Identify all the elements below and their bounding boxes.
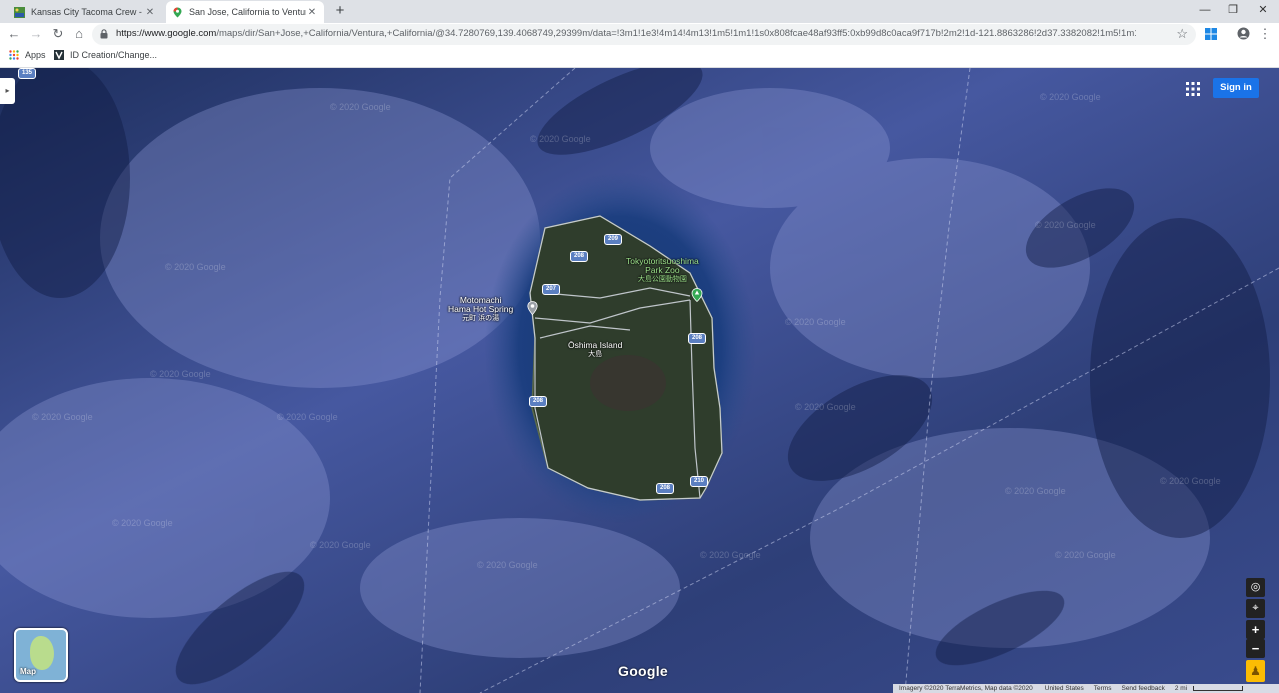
map-watermark: © 2020 Google bbox=[477, 560, 538, 570]
image-icon bbox=[14, 6, 25, 18]
bookmark-label: ID Creation/Change... bbox=[70, 50, 158, 60]
map-watermark: © 2020 Google bbox=[700, 550, 761, 560]
map-footer: Imagery ©2020 TerraMetrics, Map data ©20… bbox=[893, 684, 1279, 693]
close-icon[interactable]: ✕ bbox=[306, 7, 318, 18]
route-shield: 210 bbox=[690, 476, 709, 487]
terms-link[interactable]: Terms bbox=[1094, 685, 1112, 692]
bookmark-apps[interactable]: Apps bbox=[9, 50, 46, 60]
route-shield: 209 bbox=[604, 234, 623, 245]
close-window-icon[interactable]: ✕ bbox=[1249, 0, 1277, 22]
map-watermark: © 2020 Google bbox=[330, 102, 391, 112]
bookmarks-bar: Apps ID Creation/Change... bbox=[0, 46, 1279, 68]
route-shield: 208 bbox=[688, 333, 707, 344]
route-shield: 208 bbox=[529, 396, 548, 407]
map-layer-toggle[interactable]: Map bbox=[14, 628, 68, 682]
restore-icon[interactable]: ❐ bbox=[1219, 0, 1247, 22]
map-watermark: © 2020 Google bbox=[795, 402, 856, 412]
bookmark-label: Apps bbox=[25, 50, 46, 60]
map-thumbnail-land bbox=[30, 636, 54, 670]
map-watermark: © 2020 Google bbox=[310, 540, 371, 550]
browser-toolbar: ← → ↻ ⌂ https://www.google.com/maps/dir/… bbox=[0, 23, 1279, 46]
bookmark-id-creation[interactable]: ID Creation/Change... bbox=[54, 50, 157, 60]
zoom-in-button[interactable]: + bbox=[1246, 620, 1265, 639]
map-watermark: © 2020 Google bbox=[150, 369, 211, 379]
close-icon[interactable]: ✕ bbox=[144, 7, 156, 18]
place-label-motomachi[interactable]: Motomachi Hama Hot Spring 元町 浜の湯 bbox=[448, 296, 513, 323]
lock-icon bbox=[100, 29, 108, 39]
map-watermark: © 2020 Google bbox=[1035, 220, 1096, 230]
back-icon[interactable]: ← bbox=[6, 26, 22, 42]
map-watermark: © 2020 Google bbox=[1040, 92, 1101, 102]
forward-icon[interactable]: → bbox=[28, 26, 44, 42]
scale-label[interactable]: 2 mi bbox=[1175, 685, 1187, 692]
expand-side-panel-button[interactable]: ▸ bbox=[0, 78, 15, 104]
map-watermark: © 2020 Google bbox=[530, 134, 591, 144]
place-label-oshima[interactable]: Ōshima Island 大島 bbox=[568, 341, 622, 359]
place-label-zoo[interactable]: Tokyotoritsuoshima Park Zoo 大島公園動物園 bbox=[626, 257, 699, 284]
tab-title: Kansas City Tacoma Crew - 816/9 bbox=[31, 7, 144, 17]
tab-kansas-city[interactable]: Kansas City Tacoma Crew - 816/9 ✕ bbox=[8, 1, 162, 23]
map-watermark: © 2020 Google bbox=[1005, 486, 1066, 496]
bookmark-star-icon[interactable]: ☆ bbox=[1176, 26, 1188, 42]
google-logo: Google bbox=[618, 663, 669, 679]
send-feedback-link[interactable]: Send feedback bbox=[1121, 685, 1164, 692]
sign-in-button[interactable]: Sign in bbox=[1213, 78, 1259, 98]
kebab-menu-icon[interactable]: ⋮ bbox=[1257, 26, 1273, 42]
map-watermark: © 2020 Google bbox=[165, 262, 226, 272]
map-watermark: © 2020 Google bbox=[1160, 476, 1221, 486]
place-pin-icon[interactable] bbox=[527, 301, 538, 315]
map-watermark: © 2020 Google bbox=[32, 412, 93, 422]
country-link[interactable]: United States bbox=[1045, 685, 1084, 692]
address-bar[interactable]: https://www.google.com/maps/dir/San+Jose… bbox=[92, 24, 1196, 45]
minimize-icon[interactable]: — bbox=[1191, 0, 1219, 22]
bookmark-v-icon bbox=[54, 50, 64, 60]
route-shield: 207 bbox=[542, 284, 561, 295]
url-text: https://www.google.com/maps/dir/San+Jose… bbox=[116, 28, 1136, 39]
windows-extension-icon[interactable] bbox=[1205, 28, 1217, 40]
pegman-icon[interactable]: ♟ bbox=[1246, 660, 1265, 682]
route-shield: 208 bbox=[656, 483, 675, 494]
scale-bar bbox=[1193, 686, 1244, 691]
map-watermark: © 2020 Google bbox=[785, 317, 846, 327]
map-layer-label: Map bbox=[20, 667, 36, 676]
park-pin-icon[interactable] bbox=[691, 288, 703, 302]
globe-icon[interactable]: ◎ bbox=[1246, 578, 1265, 597]
route-shield: 135 bbox=[18, 68, 37, 79]
tab-strip: Kansas City Tacoma Crew - 816/9 ✕ San Jo… bbox=[0, 0, 1279, 23]
apps-grid-icon bbox=[9, 50, 19, 60]
route-shield: 208 bbox=[570, 251, 589, 262]
reload-icon[interactable]: ↻ bbox=[50, 26, 66, 42]
zoom-out-button[interactable]: − bbox=[1246, 639, 1265, 658]
satellite-imagery bbox=[0, 68, 1279, 693]
satellite-map[interactable]: © 2020 Google © 2020 Google © 2020 Googl… bbox=[0, 68, 1279, 693]
profile-avatar-icon[interactable] bbox=[1237, 27, 1250, 40]
map-watermark: © 2020 Google bbox=[1055, 550, 1116, 560]
maps-pin-icon bbox=[173, 7, 182, 17]
home-icon[interactable]: ⌂ bbox=[71, 26, 87, 42]
my-location-icon[interactable]: ⌖ bbox=[1246, 599, 1265, 618]
imagery-attribution: Imagery ©2020 TerraMetrics, Map data ©20… bbox=[899, 685, 1033, 692]
map-watermark: © 2020 Google bbox=[277, 412, 338, 422]
new-tab-button[interactable]: + bbox=[332, 2, 348, 20]
tab-title: San Jose, California to Ventura, C bbox=[189, 7, 306, 17]
google-apps-icon[interactable] bbox=[1186, 82, 1200, 96]
tab-google-maps[interactable]: San Jose, California to Ventura, C ✕ bbox=[166, 1, 324, 23]
map-watermark: © 2020 Google bbox=[112, 518, 173, 528]
